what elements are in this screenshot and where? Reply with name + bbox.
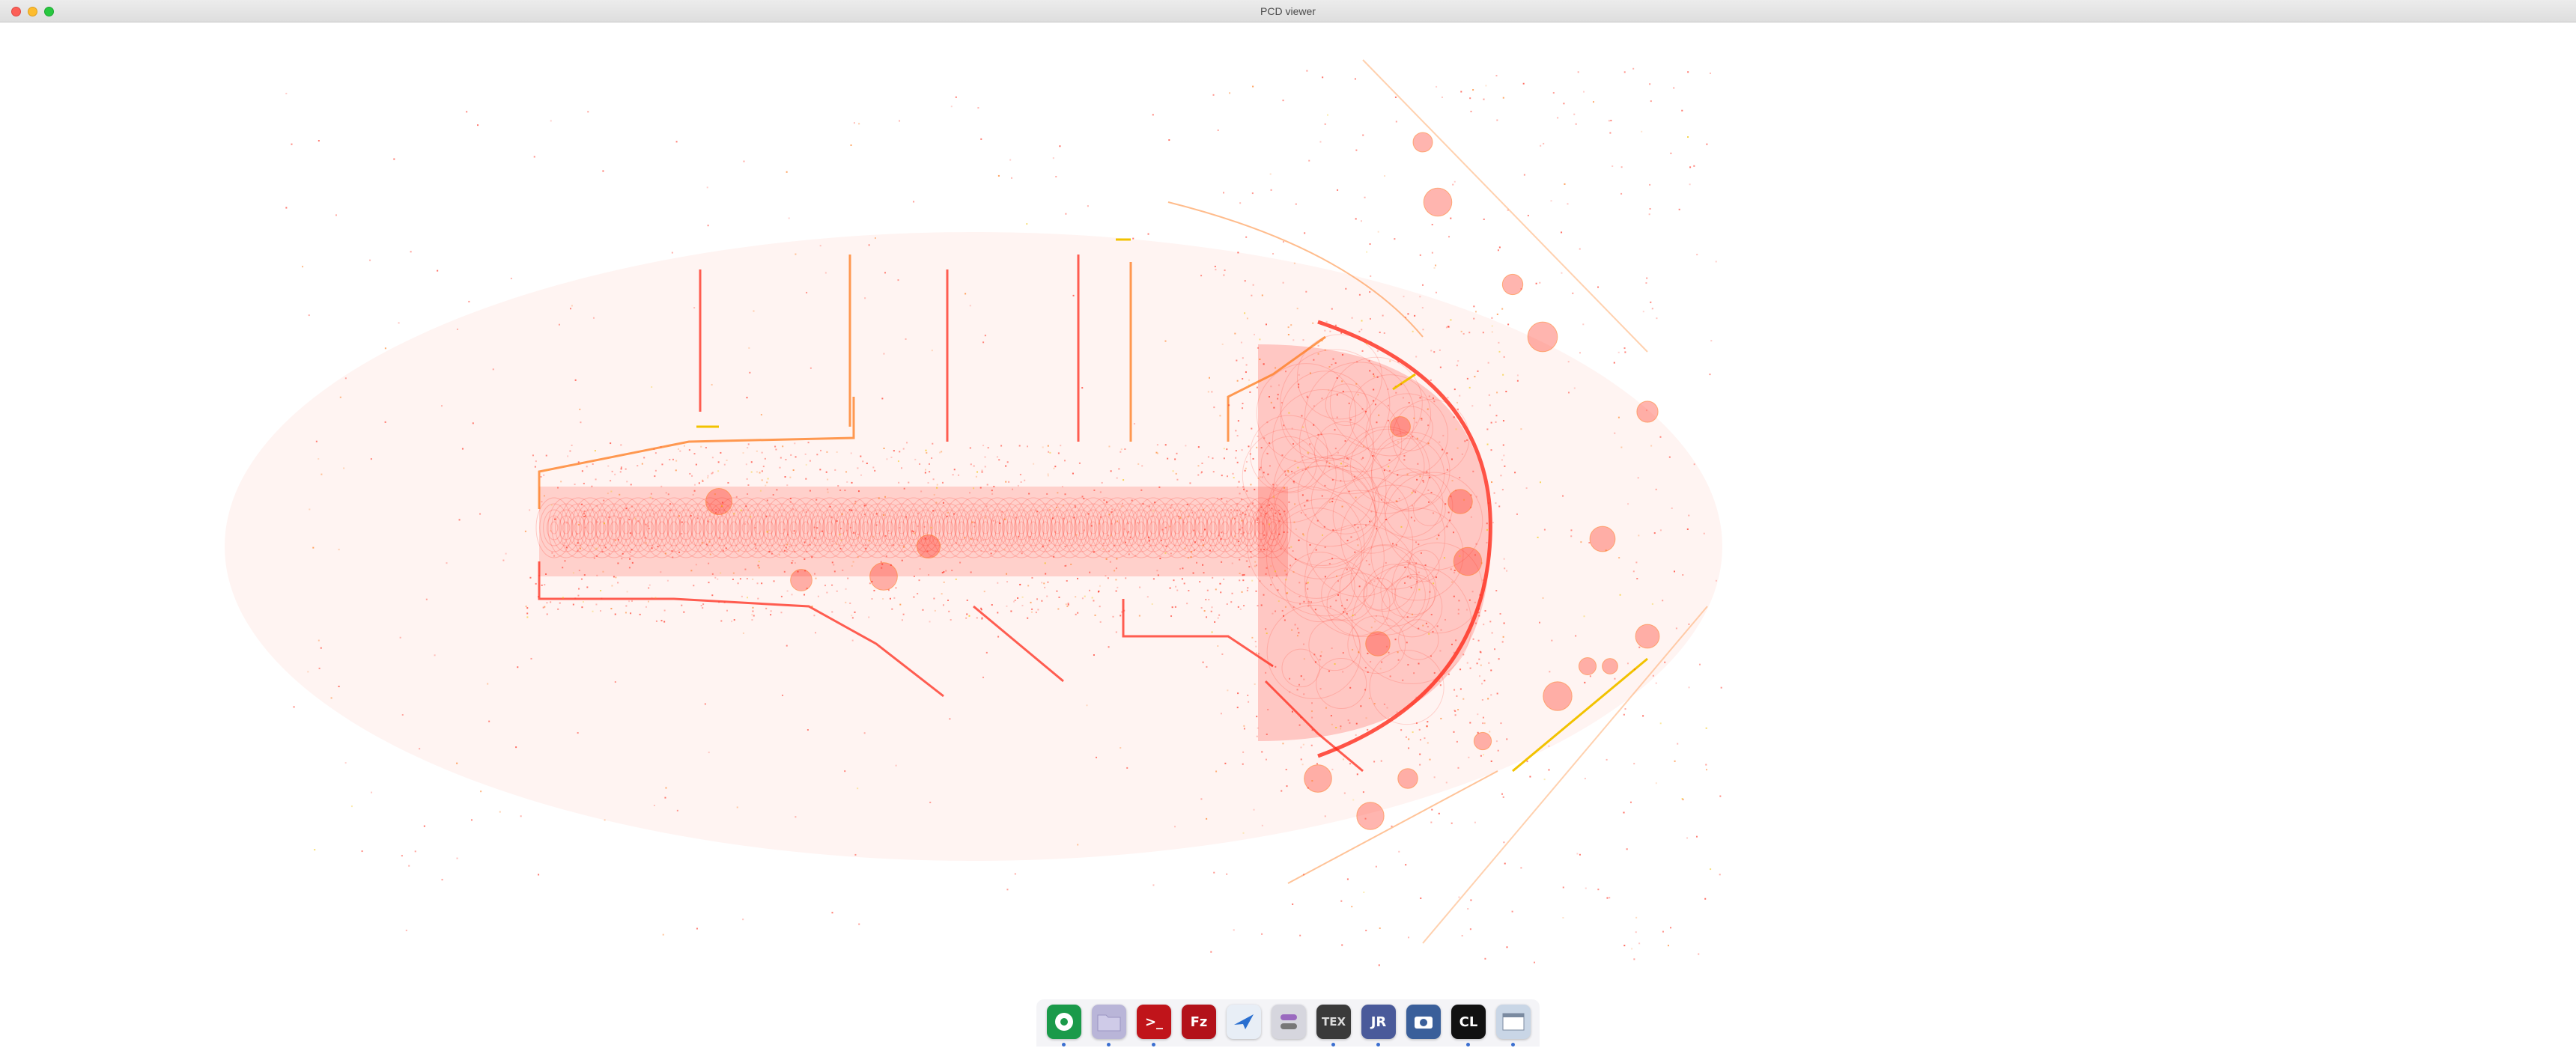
tree-cluster bbox=[1390, 416, 1411, 437]
tree-cluster bbox=[1636, 400, 1659, 423]
running-indicator bbox=[1062, 1043, 1066, 1047]
running-indicator bbox=[1511, 1043, 1515, 1047]
tree-cluster bbox=[1423, 187, 1453, 217]
running-indicator bbox=[1376, 1043, 1380, 1047]
tree-cluster bbox=[1473, 731, 1492, 751]
tree-cluster bbox=[1448, 489, 1473, 514]
tree-cluster bbox=[916, 534, 941, 559]
tree-cluster bbox=[1365, 631, 1391, 656]
chrome-icon[interactable] bbox=[1047, 1005, 1081, 1047]
jr-icon[interactable]: JR bbox=[1361, 1005, 1396, 1047]
tex-icon[interactable]: TEX bbox=[1316, 1005, 1351, 1047]
running-indicator bbox=[1466, 1043, 1470, 1047]
tree-cluster bbox=[1356, 802, 1385, 830]
title-bar[interactable]: PCD viewer bbox=[0, 0, 2576, 22]
tree-cluster bbox=[869, 562, 898, 591]
running-indicator bbox=[1107, 1043, 1111, 1047]
point-cloud-viewport[interactable] bbox=[0, 22, 2576, 1003]
terminal-icon[interactable]: >_ bbox=[1137, 1005, 1171, 1047]
tree-cluster bbox=[1635, 624, 1660, 649]
tree-cluster bbox=[1397, 768, 1418, 789]
tree-cluster bbox=[1602, 658, 1618, 674]
folder-icon[interactable] bbox=[1092, 1005, 1126, 1047]
running-indicator bbox=[1331, 1043, 1335, 1047]
tree-cluster bbox=[1453, 546, 1483, 576]
tree-cluster bbox=[1412, 132, 1433, 153]
tex-label: TEX bbox=[1321, 1015, 1346, 1029]
toggle-icon[interactable] bbox=[1272, 1005, 1306, 1039]
tree-cluster bbox=[1543, 681, 1573, 711]
tree-cluster bbox=[1501, 273, 1524, 296]
tree-cluster bbox=[1589, 525, 1616, 552]
window-title: PCD viewer bbox=[1260, 5, 1316, 17]
clion-icon[interactable]: CL bbox=[1451, 1005, 1486, 1047]
terminal-label: >_ bbox=[1144, 1014, 1164, 1030]
point-cloud-canvas[interactable] bbox=[0, 22, 2576, 1003]
tree-cluster bbox=[1578, 656, 1597, 676]
tree-cluster bbox=[1527, 321, 1558, 353]
mail-icon[interactable] bbox=[1227, 1005, 1261, 1039]
window-icon[interactable] bbox=[1496, 1005, 1531, 1047]
filezilla-icon[interactable]: Fz bbox=[1182, 1005, 1216, 1039]
camera-icon[interactable] bbox=[1406, 1005, 1441, 1039]
tree-cluster bbox=[790, 569, 812, 591]
clion-label: CL bbox=[1459, 1014, 1478, 1030]
filezilla-label: Fz bbox=[1190, 1014, 1208, 1030]
jr-label: JR bbox=[1370, 1014, 1387, 1030]
pcd-viewer-window: PCD viewer >_ Fz TEX JR CL bbox=[0, 0, 2576, 1048]
tree-cluster bbox=[705, 487, 733, 516]
dock: >_ Fz TEX JR CL bbox=[1036, 999, 1540, 1047]
running-indicator bbox=[1152, 1043, 1155, 1047]
